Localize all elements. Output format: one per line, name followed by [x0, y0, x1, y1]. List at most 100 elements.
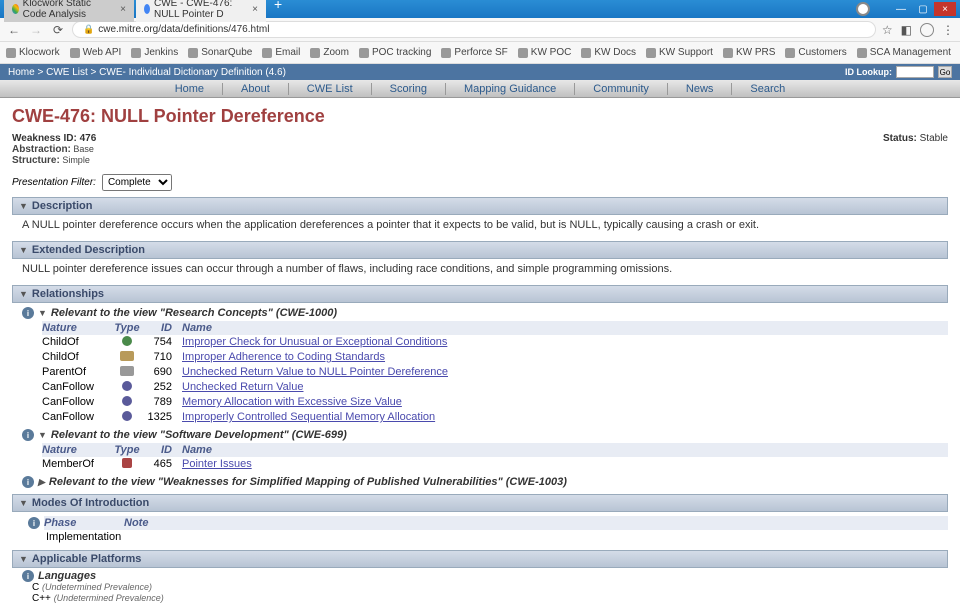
main-content: CWE-476: NULL Pointer Dereference Weakne… [0, 98, 960, 612]
chevron-down-icon: ▼ [19, 245, 28, 255]
id-lookup-go[interactable]: Go [938, 66, 952, 78]
relationship-row: CanFollow789Memory Allocation with Exces… [42, 395, 948, 410]
tab-title: Klocwork Static Code Analysis [23, 0, 113, 20]
menu-icon[interactable]: ⋮ [942, 23, 954, 37]
cwe-link[interactable]: Improperly Controlled Sequential Memory … [182, 411, 435, 423]
chevron-down-icon: ▼ [19, 289, 28, 299]
bookmark-item[interactable]: KW POC [518, 47, 572, 58]
cwe-link[interactable]: Memory Allocation with Excessive Size Va… [182, 396, 402, 408]
section-extended[interactable]: ▼Extended Description [12, 241, 948, 259]
chevron-down-icon: ▼ [38, 430, 47, 440]
back-button[interactable]: ← [6, 22, 22, 38]
nav-news[interactable]: News [668, 83, 733, 95]
chevron-down-icon: ▼ [38, 308, 47, 318]
bookmark-icon [131, 48, 141, 58]
bookmark-icon [188, 48, 198, 58]
type-icon [122, 336, 132, 346]
breadcrumb-list[interactable]: CWE List [46, 67, 88, 78]
info-icon[interactable]: i [28, 517, 40, 529]
section-platforms[interactable]: ▼Applicable Platforms [12, 550, 948, 568]
presentation-filter-select[interactable]: Complete [102, 174, 172, 191]
info-icon[interactable]: i [22, 307, 34, 319]
section-modes[interactable]: ▼Modes Of Introduction [12, 494, 948, 512]
section-relationships[interactable]: ▼Relationships [12, 285, 948, 303]
page-title: CWE-476: NULL Pointer Dereference [12, 106, 948, 127]
bookmark-item[interactable]: SonarQube [188, 47, 252, 58]
chevron-down-icon: ▼ [19, 498, 28, 508]
cwe-link[interactable]: Pointer Issues [182, 458, 252, 470]
new-tab-button[interactable]: + [268, 0, 288, 22]
url-text: cwe.mitre.org/data/definitions/476.html [98, 24, 269, 35]
star-icon[interactable]: ☆ [882, 23, 893, 37]
id-lookup: ID Lookup: Go [845, 66, 952, 78]
language-item: C (Undetermined Prevalence) [32, 582, 948, 593]
close-window-button[interactable]: × [934, 2, 956, 16]
language-item: C++ (Undetermined Prevalence) [32, 593, 948, 604]
nav-search[interactable]: Search [732, 83, 803, 95]
bookmark-icon [70, 48, 80, 58]
id-lookup-label: ID Lookup: [845, 67, 892, 77]
presentation-filter: Presentation Filter: Complete [12, 174, 948, 191]
forward-button[interactable]: → [28, 22, 44, 38]
cwe-link[interactable]: Unchecked Return Value [182, 381, 303, 393]
bookmark-icon [857, 48, 867, 58]
extension-icon[interactable]: ◧ [901, 23, 912, 37]
bookmark-item[interactable]: POC tracking [359, 47, 431, 58]
bookmark-icon [646, 48, 656, 58]
browser-tab-cwe[interactable]: CWE - CWE-476: NULL Pointer D × [136, 0, 266, 22]
type-icon [120, 351, 134, 361]
minimize-button[interactable]: — [890, 2, 912, 16]
lock-icon: 🔒 [83, 24, 94, 35]
section-description[interactable]: ▼Description [12, 197, 948, 215]
bookmark-icon [785, 48, 795, 58]
close-tab-icon[interactable]: × [120, 4, 126, 15]
bookmark-icon [6, 48, 16, 58]
profile-icon[interactable] [920, 23, 934, 37]
cwe-link[interactable]: Improper Check for Unusual or Exceptiona… [182, 336, 447, 348]
breadcrumb-home[interactable]: Home [8, 67, 35, 78]
type-icon [122, 381, 132, 391]
window-titlebar: Klocwork Static Code Analysis × CWE - CW… [0, 0, 960, 18]
id-lookup-input[interactable] [896, 66, 934, 78]
maximize-button[interactable]: ▢ [912, 2, 934, 16]
cwe-link[interactable]: Improper Adherence to Coding Standards [182, 351, 385, 363]
chevron-down-icon: ▼ [19, 554, 28, 564]
nav-mapping-guidance[interactable]: Mapping Guidance [446, 83, 575, 95]
tab-favicon [144, 4, 150, 14]
chevron-down-icon: ▼ [19, 201, 28, 211]
bookmark-item[interactable]: Customers [785, 47, 846, 58]
bookmark-item[interactable]: KW PRS [723, 47, 775, 58]
bookmark-item[interactable]: KW Support [646, 47, 713, 58]
chevron-right-icon: ▶ [38, 477, 45, 488]
bookmark-icon [441, 48, 451, 58]
relationship-row: ParentOf690Unchecked Return Value to NUL… [42, 365, 948, 380]
info-icon[interactable]: i [22, 570, 34, 582]
url-input[interactable]: 🔒 cwe.mitre.org/data/definitions/476.htm… [72, 21, 876, 38]
breadcrumb-current: CWE- Individual Dictionary Definition (4… [99, 67, 286, 78]
bookmark-item[interactable]: Zoom [310, 47, 349, 58]
nav-scoring[interactable]: Scoring [372, 83, 446, 95]
account-icon[interactable] [856, 2, 870, 16]
window-controls: — ▢ × [856, 2, 956, 16]
nav-home[interactable]: Home [157, 83, 223, 95]
cwe-link[interactable]: Unchecked Return Value to NULL Pointer D… [182, 366, 448, 378]
nav-about[interactable]: About [223, 83, 289, 95]
close-tab-icon[interactable]: × [252, 4, 258, 15]
nav-cwe-list[interactable]: CWE List [289, 83, 372, 95]
bookmark-item[interactable]: Web API [70, 47, 122, 58]
relationship-row: MemberOf465Pointer Issues [42, 457, 948, 472]
bookmark-icon [262, 48, 272, 58]
bookmark-item[interactable]: Email [262, 47, 300, 58]
bookmark-item[interactable]: Perforce SF [441, 47, 507, 58]
browser-tab-klocwork[interactable]: Klocwork Static Code Analysis × [4, 0, 134, 22]
bookmark-item[interactable]: Klocwork [6, 47, 60, 58]
info-icon[interactable]: i [22, 476, 34, 488]
bookmark-icon [518, 48, 528, 58]
nav-community[interactable]: Community [575, 83, 668, 95]
reload-button[interactable]: ⟳ [50, 22, 66, 38]
type-icon [122, 396, 132, 406]
bookmark-item[interactable]: KW Docs [581, 47, 636, 58]
info-icon[interactable]: i [22, 429, 34, 441]
bookmark-item[interactable]: Jenkins [131, 47, 178, 58]
bookmark-item[interactable]: SCA Management [857, 47, 951, 58]
